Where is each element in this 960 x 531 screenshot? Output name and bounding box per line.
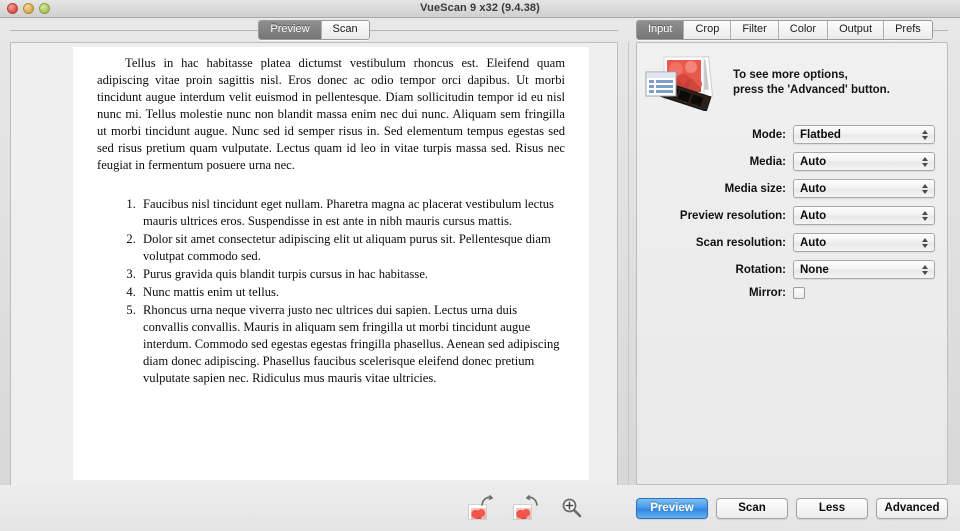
arrow-counterclockwise-icon: [481, 495, 493, 506]
advanced-hint-line1: To see more options,: [733, 69, 848, 81]
media-size-label: Media size:: [724, 182, 786, 195]
window-body: Preview Scan Tellus in hac habitasse pla…: [0, 18, 960, 531]
rotate-right-icon[interactable]: [513, 495, 539, 521]
tab-filter[interactable]: Filter: [731, 21, 779, 39]
page-list: Faucibus nisl tincidunt eget nullam. Pha…: [139, 196, 565, 387]
settings-tabstrip: Input Crop Filter Color Output Prefs: [628, 18, 960, 42]
magnifier-plus-icon: [562, 498, 582, 518]
tab-preview[interactable]: Preview: [259, 21, 322, 39]
field-media: Media: Auto: [641, 152, 935, 171]
tab-prefs[interactable]: Prefs: [884, 21, 932, 39]
stepper-icon: [918, 208, 931, 223]
list-item: Dolor sit amet consectetur adipiscing el…: [139, 231, 565, 265]
advanced-hint-text: To see more options, press the 'Advanced…: [733, 68, 890, 98]
preview-button[interactable]: Preview: [636, 497, 708, 519]
media-value: Auto: [800, 155, 827, 168]
title-bar: VueScan 9 x32 (9.4.38): [0, 0, 960, 18]
preview-canvas[interactable]: Tellus in hac habitasse platea dictumst …: [10, 42, 618, 485]
preview-resolution-label: Preview resolution:: [679, 209, 786, 222]
scan-resolution-label: Scan resolution:: [695, 236, 786, 249]
stepper-icon: [918, 154, 931, 169]
preview-toolbar: [0, 485, 628, 531]
scanned-page: Tellus in hac habitasse platea dictumst …: [73, 47, 589, 480]
stepper-icon: [918, 127, 931, 142]
action-buttons: Preview Scan Less Advanced: [628, 485, 960, 531]
list-item: Purus gravida quis blandit turpis cursus…: [139, 266, 565, 283]
page-content: Tellus in hac habitasse platea dictumst …: [73, 47, 589, 387]
window-title: VueScan 9 x32 (9.4.38): [420, 2, 540, 14]
mirror-label: Mirror:: [748, 287, 786, 299]
advanced-hint-line2: press the 'Advanced' button.: [733, 84, 890, 96]
preview-scan-tabgroup: Preview Scan: [258, 20, 370, 40]
media-size-select[interactable]: Auto: [793, 179, 935, 198]
field-preview-resolution: Preview resolution: Auto: [641, 206, 935, 225]
stepper-icon: [918, 262, 931, 277]
list-item: Nunc mattis enim ut tellus.: [139, 284, 565, 301]
input-fields: Mode: Flatbed Media: Auto Media size: Au…: [637, 117, 947, 299]
field-media-size: Media size: Auto: [641, 179, 935, 198]
preview-resolution-value: Auto: [800, 209, 827, 222]
media-select[interactable]: Auto: [793, 152, 935, 171]
photos-film-settings-icon: [645, 55, 723, 112]
settings-pane: Input Crop Filter Color Output Prefs To …: [628, 18, 960, 531]
page-paragraph: Tellus in hac habitasse platea dictumst …: [97, 56, 565, 172]
input-settings-panel: To see more options, press the 'Advanced…: [636, 42, 948, 485]
stepper-icon: [918, 235, 931, 250]
rotate-left-icon[interactable]: [468, 495, 494, 521]
tab-color[interactable]: Color: [778, 21, 829, 39]
vuescan-window: VueScan 9 x32 (9.4.38) Preview Scan Tell…: [0, 0, 960, 531]
advanced-button[interactable]: Advanced: [876, 497, 948, 519]
mode-label: Mode:: [752, 128, 786, 141]
tab-crop[interactable]: Crop: [684, 21, 732, 39]
rotation-select[interactable]: None: [793, 260, 935, 279]
settings-tabgroup: Input Crop Filter Color Output Prefs: [636, 20, 933, 40]
less-button[interactable]: Less: [796, 497, 868, 519]
preview-scan-tabstrip: Preview Scan: [0, 18, 628, 42]
scan-button[interactable]: Scan: [716, 497, 788, 519]
rotation-value: None: [800, 263, 829, 276]
field-mode: Mode: Flatbed: [641, 125, 935, 144]
field-scan-resolution: Scan resolution: Auto: [641, 233, 935, 252]
advanced-hint: To see more options, press the 'Advanced…: [637, 43, 947, 117]
scan-resolution-value: Auto: [800, 236, 827, 249]
rotation-label: Rotation:: [735, 263, 786, 276]
tab-output[interactable]: Output: [828, 21, 885, 39]
mode-value: Flatbed: [800, 128, 841, 141]
mirror-checkbox[interactable]: [793, 287, 805, 299]
zoom-in-icon[interactable]: [558, 495, 584, 521]
media-size-value: Auto: [800, 182, 827, 195]
media-label: Media:: [749, 155, 786, 168]
field-mirror: Mirror:: [641, 287, 935, 299]
stepper-icon: [918, 181, 931, 196]
mode-select[interactable]: Flatbed: [793, 125, 935, 144]
preview-pane: Preview Scan Tellus in hac habitasse pla…: [0, 18, 628, 531]
preview-background: Tellus in hac habitasse platea dictumst …: [11, 43, 617, 485]
list-item: Rhoncus urna neque viverra justo nec ult…: [139, 302, 565, 387]
scan-resolution-select[interactable]: Auto: [793, 233, 935, 252]
tab-scan[interactable]: Scan: [321, 21, 369, 39]
tab-input[interactable]: Input: [637, 21, 685, 39]
field-rotation: Rotation: None: [641, 260, 935, 279]
list-item: Faucibus nisl tincidunt eget nullam. Pha…: [139, 196, 565, 230]
arrow-clockwise-icon: [526, 495, 538, 506]
preview-resolution-select[interactable]: Auto: [793, 206, 935, 225]
